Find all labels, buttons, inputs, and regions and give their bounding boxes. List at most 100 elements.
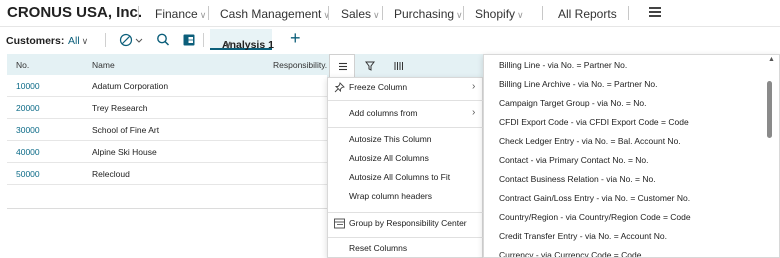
toolbar-divider — [203, 33, 204, 47]
search-icon[interactable] — [156, 32, 170, 48]
nav-divider — [463, 6, 464, 20]
columns-icon[interactable] — [385, 54, 411, 77]
menu-divider — [328, 127, 484, 128]
nav-sales-label: Sales — [341, 7, 372, 21]
submenu-item[interactable]: Contact Business Relation - via No. = No… — [484, 170, 764, 189]
customer-name: Alpine Ski House — [92, 147, 157, 157]
submenu-item-label: CFDI Export Code - via CFDI Export Code … — [499, 117, 689, 127]
tab-analysis-1[interactable]: Analysis 1 ∨ — [210, 29, 274, 51]
menu-item-freeze-column[interactable]: Freeze Column › — [328, 78, 484, 99]
filter-icon[interactable] — [357, 54, 383, 77]
column-header-responsibility[interactable]: Responsibility... — [273, 60, 332, 70]
submenu-item-label: Country/Region - via Country/Region Code… — [499, 212, 691, 222]
pin-icon — [334, 82, 345, 93]
nav-divider — [628, 6, 629, 20]
chevron-right-icon: › — [472, 107, 476, 118]
nav-divider — [382, 6, 383, 20]
table-row[interactable]: 30000 School of Fine Art — [7, 119, 331, 141]
hamburger-menu-icon[interactable] — [649, 6, 663, 18]
group-icon — [334, 218, 345, 229]
customer-no-link[interactable]: 10000 — [16, 81, 40, 91]
submenu-item[interactable]: Credit Transfer Entry - via No. = Accoun… — [484, 227, 764, 246]
menu-item-label: Autosize All Columns — [349, 153, 429, 163]
nav-divider — [328, 6, 329, 20]
chevron-down-icon: ∨ — [199, 10, 207, 20]
submenu-item-label: Check Ledger Entry - via No. = Bal. Acco… — [499, 136, 681, 146]
menu-item-autosize-all-columns-to-fit[interactable]: Autosize All Columns to Fit — [328, 168, 484, 189]
column-menu-toolbar — [327, 54, 483, 77]
company-name[interactable]: CRONUS USA, Inc. — [7, 4, 142, 21]
menu-item-label: Reset Columns — [349, 243, 408, 253]
customer-no-link[interactable]: 30000 — [16, 125, 40, 135]
nav-sales[interactable]: Sales ∨ — [341, 7, 380, 21]
table-row[interactable]: 40000 Alpine Ski House — [7, 141, 331, 163]
menu-item-add-columns-from[interactable]: Add columns from › — [328, 104, 484, 125]
submenu-item-label: Billing Line - via No. = Partner No. — [499, 60, 628, 70]
add-icon[interactable]: + — [290, 29, 301, 47]
column-header-name[interactable]: Name — [92, 60, 115, 70]
customer-name: Relecloud — [92, 169, 130, 179]
menu-item-group-by-responsibility-center[interactable]: Group by Responsibility Center — [328, 214, 484, 235]
nav-purchasing-label: Purchasing — [394, 7, 455, 21]
table-row[interactable]: 20000 Trey Research — [7, 97, 331, 119]
submenu-item[interactable]: Billing Line - via No. = Partner No. — [484, 56, 764, 75]
submenu-item-label: Currency - via Currency Code = Code — [499, 250, 642, 258]
column-header-no[interactable]: No. — [16, 60, 29, 70]
nav-shopify[interactable]: Shopify ∨ — [475, 7, 524, 21]
view-selector[interactable]: All ∨ — [68, 35, 88, 47]
top-navigation-bar: CRONUS USA, Inc. Finance ∨ Cash Managemen… — [0, 0, 780, 27]
menu-item-label: Freeze Column — [349, 82, 408, 92]
menu-icon[interactable] — [329, 54, 355, 77]
submenu-item[interactable]: Contract Gain/Loss Entry - via No. = Cus… — [484, 189, 764, 208]
filter-pane-icon[interactable] — [118, 32, 144, 48]
menu-item-reset-columns[interactable]: Reset Columns — [328, 239, 484, 258]
submenu-item[interactable]: Country/Region - via Country/Region Code… — [484, 208, 764, 227]
submenu-item[interactable]: Billing Line Archive - via No. = Partner… — [484, 75, 764, 94]
submenu-item[interactable]: Contact - via Primary Contact No. = No. — [484, 151, 764, 170]
customer-list-grid: No. Name Responsibility... 10000 Adatum … — [7, 54, 332, 209]
menu-item-autosize-this-column[interactable]: Autosize This Column — [328, 130, 484, 151]
scrollbar-thumb[interactable] — [767, 81, 772, 138]
customer-no-link[interactable]: 40000 — [16, 147, 40, 157]
chevron-down-icon: ∨ — [517, 10, 524, 20]
nav-purchasing[interactable]: Purchasing ∨ — [394, 7, 463, 21]
menu-divider — [328, 212, 484, 213]
excel-icon[interactable] — [182, 32, 196, 48]
nav-cash-management[interactable]: Cash Management ∨ — [220, 7, 330, 21]
nav-shopify-label: Shopify — [475, 7, 516, 21]
nav-divider — [138, 6, 139, 20]
chevron-right-icon: › — [472, 81, 476, 92]
nav-all-reports[interactable]: All Reports — [558, 7, 617, 21]
chevron-down-icon: ∨ — [373, 10, 380, 20]
submenu-item[interactable]: Campaign Target Group - via No. = No. — [484, 94, 764, 113]
scroll-up-arrow-icon[interactable]: ▲ — [768, 56, 775, 63]
list-action-bar: Customers: All ∨ Analysis 1 ∨ + — [0, 27, 780, 52]
nav-divider — [542, 6, 543, 20]
submenu-item-label: Contract Gain/Loss Entry - via No. = Cus… — [499, 193, 691, 203]
toolbar-divider — [105, 33, 106, 47]
nav-all-reports-label: All Reports — [558, 7, 617, 21]
add-columns-submenu: Billing Line - via No. = Partner No. Bil… — [483, 54, 780, 258]
grid-header-row: No. Name Responsibility... — [7, 54, 332, 75]
menu-divider — [328, 237, 484, 238]
submenu-scrollbar[interactable]: ▲ — [762, 54, 780, 258]
customer-name: Trey Research — [92, 103, 148, 113]
nav-finance[interactable]: Finance ∨ — [155, 7, 206, 21]
menu-divider — [328, 100, 484, 101]
menu-item-wrap-column-headers[interactable]: Wrap column headers — [328, 187, 484, 208]
table-row[interactable]: 10000 Adatum Corporation — [7, 75, 331, 97]
menu-item-label: Autosize All Columns to Fit — [349, 172, 451, 182]
table-row[interactable]: 50000 Relecloud — [7, 163, 331, 185]
submenu-item-label: Campaign Target Group - via No. = No. — [499, 98, 647, 108]
customer-no-link[interactable]: 50000 — [16, 169, 40, 179]
submenu-item[interactable]: Check Ledger Entry - via No. = Bal. Acco… — [484, 132, 764, 151]
submenu-item[interactable]: CFDI Export Code - via CFDI Export Code … — [484, 113, 764, 132]
nav-divider — [208, 6, 209, 20]
customer-name: School of Fine Art — [92, 125, 160, 135]
grid-bottom-border — [7, 208, 331, 209]
customer-no-link[interactable]: 20000 — [16, 103, 40, 113]
menu-item-autosize-all-columns[interactable]: Autosize All Columns — [328, 149, 484, 170]
submenu-item-label: Billing Line Archive - via No. = Partner… — [499, 79, 658, 89]
submenu-item[interactable]: Currency - via Currency Code = Code — [484, 246, 764, 258]
submenu-item-label: Credit Transfer Entry - via No. = Accoun… — [499, 231, 667, 241]
